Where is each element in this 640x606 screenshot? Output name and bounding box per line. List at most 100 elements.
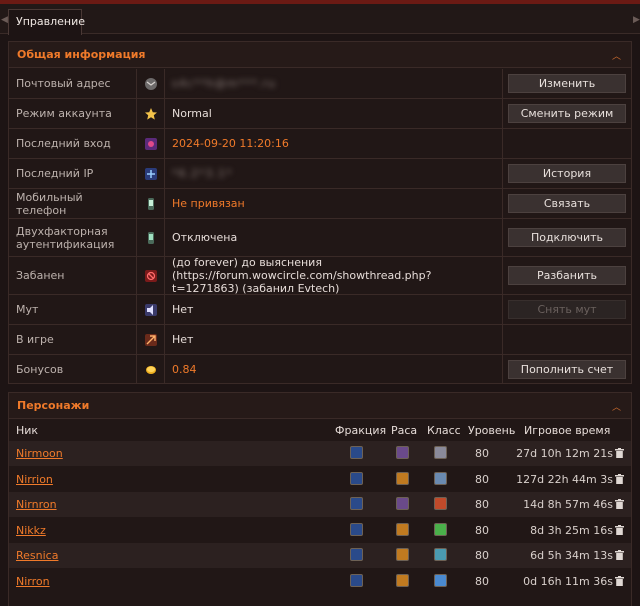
info-label: Последний вход — [9, 129, 137, 158]
delete-trash-icon[interactable] — [615, 499, 624, 509]
info-label: Мобильный телефон — [9, 189, 137, 218]
info-row-bonuses: Бонусов 0.84 Пополнить счет — [9, 355, 631, 384]
race-icon — [396, 548, 409, 561]
bonuses-value: 0.84 — [165, 355, 503, 384]
class-icon — [434, 548, 447, 561]
class-icon — [434, 471, 447, 485]
characters-panel: Персонажи ︿ Ник Фракция Раса Класс Урове… — [8, 392, 632, 606]
info-row-last-login: Последний вход 2024-09-20 11:20:16 — [9, 129, 631, 159]
race-icon — [396, 522, 409, 536]
info-row-email: Почтовый адрес s4c**h@m***.ru Изменить — [9, 69, 631, 99]
info-label: Бонусов — [9, 355, 137, 384]
2fa-value: Отключена — [165, 219, 503, 256]
enable-2fa-button[interactable]: Подключить — [508, 228, 626, 247]
delete-trash-icon[interactable] — [615, 550, 624, 560]
column-header-level[interactable]: Уровень — [468, 424, 515, 437]
info-label: Последний IP — [9, 159, 137, 188]
character-playtime: 127d 22h 44m 3s — [516, 472, 613, 486]
delete-trash-icon[interactable] — [615, 448, 624, 458]
race-icon — [396, 573, 409, 587]
character-level: 80 — [475, 472, 489, 486]
delete-trash-icon[interactable] — [615, 473, 624, 484]
column-header-playtime[interactable]: Игровое время — [524, 424, 610, 437]
delete-trash-icon[interactable] — [615, 524, 624, 535]
character-name-link[interactable]: Nirron — [16, 575, 50, 588]
last-login-value: 2024-09-20 11:20:16 — [165, 129, 503, 158]
change-email-button[interactable]: Изменить — [508, 74, 626, 93]
ip-history-button[interactable]: История — [508, 164, 626, 183]
ingame-icon — [144, 333, 157, 346]
info-label: Двухфакторная аутентификация — [9, 219, 137, 256]
table-row: Nirrion 80 127d 22h 44m 3s — [9, 467, 631, 492]
collapse-chevron-icon[interactable]: ︿ — [612, 400, 621, 413]
unban-button[interactable]: Разбанить — [508, 266, 626, 285]
character-name-link[interactable]: Nirmoon — [16, 447, 63, 460]
phone-icon — [147, 197, 154, 210]
tab-scroll-right-icon[interactable]: ▶ — [633, 10, 640, 30]
info-label: Режим аккаунта — [9, 99, 137, 128]
last-ip-value: *6.2*3.1* — [172, 167, 233, 180]
mail-icon — [144, 77, 157, 90]
tab-manage[interactable]: Управление — [8, 9, 85, 35]
general-info-title: Общая информация — [17, 48, 146, 61]
faction-alliance-icon — [350, 497, 363, 510]
character-level: 80 — [475, 523, 489, 537]
info-row-in-game: В игре Нет — [9, 325, 631, 355]
tab-bar: ◀ Управление ▶ — [0, 4, 640, 35]
table-row: Nikkz 80 8d 3h 25m 16s — [9, 518, 631, 543]
character-level: 80 — [475, 447, 489, 460]
characters-title: Персонажи — [17, 399, 90, 412]
character-level: 80 — [475, 574, 489, 588]
class-icon — [434, 522, 447, 536]
ip-icon — [144, 167, 157, 180]
faction-alliance-icon — [350, 471, 363, 485]
characters-header[interactable]: Персонажи ︿ — [9, 393, 631, 419]
character-playtime: 8d 3h 25m 16s — [530, 523, 613, 537]
character-name-link[interactable]: Nikkz — [16, 524, 46, 537]
table-row: Nirmoon 80 27d 10h 12m 21s — [9, 441, 631, 466]
collapse-chevron-icon[interactable]: ︿ — [612, 49, 621, 62]
phone-value: Не привязан — [165, 189, 503, 218]
character-playtime: 6d 5h 34m 13s — [530, 549, 613, 562]
character-level: 80 — [475, 498, 489, 511]
general-info-panel: Общая информация ︿ Почтовый адрес s4c**h… — [8, 41, 632, 384]
delete-trash-icon[interactable] — [615, 575, 624, 586]
top-up-button[interactable]: Пополнить счет — [508, 360, 626, 379]
info-label: Забанен — [9, 257, 137, 294]
table-row: Nirnron 80 14d 8h 57m 46s — [9, 492, 631, 517]
race-icon — [396, 497, 409, 510]
character-name-link[interactable]: Resnica — [16, 549, 58, 562]
link-phone-button[interactable]: Связать — [508, 194, 626, 213]
info-row-mute: Мут Нет Снять мут — [9, 295, 631, 325]
tab-scroll-left-icon[interactable]: ◀ — [1, 10, 8, 30]
faction-alliance-icon — [350, 522, 363, 536]
character-playtime: 0d 16h 11m 36s — [523, 574, 613, 588]
character-name-link[interactable]: Nirnron — [16, 498, 57, 511]
email-value: s4c**h@m***.ru — [172, 77, 276, 90]
character-level: 80 — [475, 549, 489, 562]
column-header-faction[interactable]: Фракция — [335, 424, 386, 437]
character-name-link[interactable]: Nirrion — [16, 473, 53, 486]
unmute-button[interactable]: Снять мут — [508, 300, 626, 319]
change-mode-button[interactable]: Сменить режим — [508, 104, 626, 123]
info-label: В игре — [9, 325, 137, 354]
2fa-icon — [147, 231, 154, 244]
column-header-name[interactable]: Ник — [16, 424, 38, 437]
table-row: Resnica 80 6d 5h 34m 13s — [9, 543, 631, 568]
info-row-account-mode: Режим аккаунта Normal Сменить режим — [9, 99, 631, 129]
race-icon — [396, 446, 409, 459]
info-row-banned: Забанен (до forever) до выяснения (https… — [9, 256, 631, 295]
coin-icon — [145, 365, 156, 374]
ban-value: (до forever) до выяснения (https://forum… — [165, 256, 503, 295]
info-row-last-ip: Последний IP *6.2*3.1* История — [9, 159, 631, 189]
character-playtime: 14d 8h 57m 46s — [523, 498, 613, 511]
account-mode-value: Normal — [165, 99, 503, 128]
faction-alliance-icon — [350, 548, 363, 561]
faction-alliance-icon — [350, 573, 363, 587]
info-row-phone: Мобильный телефон Не привязан Связать — [9, 189, 631, 219]
character-playtime: 27d 10h 12m 21s — [516, 447, 613, 460]
general-info-header[interactable]: Общая информация ︿ — [9, 42, 631, 68]
race-icon — [396, 471, 409, 485]
column-header-class[interactable]: Класс — [427, 424, 461, 437]
column-header-race[interactable]: Раса — [391, 424, 417, 437]
